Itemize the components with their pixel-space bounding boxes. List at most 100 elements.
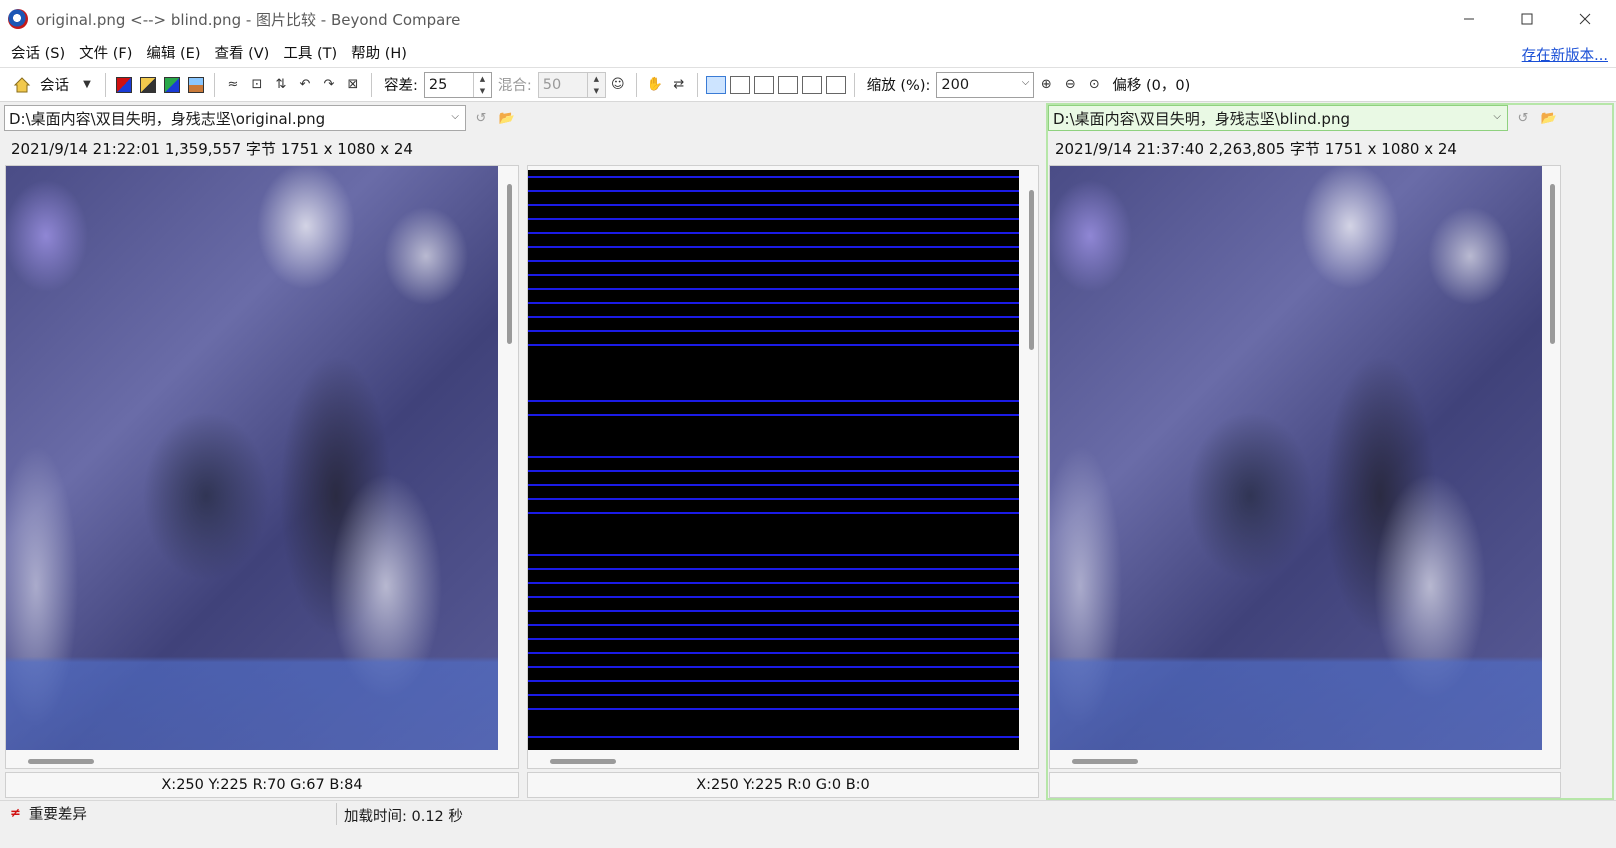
not-equal-icon: ≠ (10, 806, 21, 821)
swap-icon[interactable]: ⇄ (669, 75, 689, 95)
zoom-combo[interactable]: 200 ⌵ (936, 71, 1035, 98)
left-image (6, 166, 498, 750)
offset-label: 偏移 (0，0) (1112, 78, 1191, 94)
crop-icon[interactable]: ⊠ (343, 75, 363, 95)
rotate-right-icon[interactable]: ↷ (319, 75, 339, 95)
layout-side-by-side-icon[interactable] (705, 75, 726, 94)
new-version-link[interactable]: 存在新版本... (1522, 44, 1608, 65)
left-path-text[interactable]: D:\桌面内容\双目失明，身残志坚\original.png (9, 108, 325, 129)
folder-open-icon[interactable]: 📂 (496, 107, 518, 129)
horizontal-scrollbar[interactable] (28, 759, 94, 764)
zoom-dropdown-icon[interactable]: ⌵ (1022, 77, 1030, 88)
select-area-icon[interactable]: ⊡ (247, 75, 267, 95)
chevron-down-icon[interactable]: ⌵ (1493, 111, 1501, 122)
right-path-text[interactable]: D:\桌面内容\双目失明，身残志坚\blind.png (1053, 108, 1350, 129)
layout-stacked-icon[interactable] (729, 75, 750, 94)
layout-single-icon[interactable] (777, 75, 798, 94)
toolbar-separator (371, 72, 372, 97)
menu-help[interactable]: 帮助 (H) (344, 42, 414, 63)
zoom-in-icon[interactable]: ⊕ (1036, 75, 1056, 95)
diff-band (528, 356, 1019, 390)
show-all-icon[interactable] (114, 75, 134, 95)
diff-image (528, 170, 1019, 750)
minimize-icon (1464, 18, 1474, 20)
show-same-icon[interactable] (162, 75, 182, 95)
minimize-button[interactable] (1440, 0, 1498, 38)
horizontal-scrollbar[interactable] (550, 759, 616, 764)
right-coords-bar (1049, 772, 1561, 798)
right-path-row: D:\桌面内容\双目失明，身残志坚\blind.png ⌵ ↺ 📂 (1048, 103, 1560, 133)
status-bar: ≠ 重要差异 加载时间: 0.12 秒 (0, 800, 1616, 826)
toolbar-separator (696, 72, 698, 97)
zoom-label: 缩放 (%): (866, 78, 931, 94)
tolerance-stepper[interactable]: 25 ▲ ▼ (423, 71, 492, 98)
right-path-input[interactable]: D:\桌面内容\双目失明，身残志坚\blind.png ⌵ (1048, 105, 1508, 131)
left-coords: X:250 Y:225 R:70 G:67 B:84 (161, 777, 363, 793)
flip-icon[interactable]: ⇅ (271, 75, 291, 95)
menu-view[interactable]: 查看 (V) (208, 42, 277, 63)
right-image-pane[interactable] (1049, 165, 1561, 769)
tolerance-label: 容差: (384, 78, 418, 94)
folder-open-icon[interactable]: 📂 (1538, 107, 1560, 129)
status-separator (336, 803, 337, 825)
menu-bar: 会话 (S) 文件 (F) 编辑 (E) 查看 (V) 工具 (T) 帮助 (H… (0, 38, 1616, 68)
menu-session[interactable]: 会话 (S) (4, 42, 72, 63)
close-button[interactable] (1556, 0, 1614, 38)
maximize-icon (1521, 13, 1533, 25)
toolbar: 会话 ▼ ≈ ⊡ ⇅ ↶ ↷ ⊠ 容差: 25 ▲ ▼ 混合: 50 ▲ ▼ ☺ ✋… (0, 68, 1616, 102)
session-dropdown-icon[interactable]: ▼ (77, 75, 97, 95)
maximize-button[interactable] (1498, 0, 1556, 38)
menu-file[interactable]: 文件 (F) (72, 42, 139, 63)
toolbar-separator (853, 72, 855, 97)
person-icon[interactable]: ☺ (608, 75, 628, 95)
left-path-row: D:\桌面内容\双目失明，身残志坚\original.png ⌵ ↺ 📂 (4, 103, 518, 133)
picture-icon[interactable] (186, 75, 206, 95)
tolerance-arrows-icon[interactable]: ▲ ▼ (472, 72, 491, 97)
menu-edit[interactable]: 编辑 (E) (139, 42, 207, 63)
status-label: 重要差异 (28, 807, 87, 823)
diff-image-pane[interactable] (527, 165, 1039, 769)
center-coords-bar: X:250 Y:225 R:0 G:0 B:0 (527, 772, 1039, 798)
app-logo-icon (8, 9, 28, 29)
diff-band (528, 524, 1019, 554)
left-coords-bar: X:250 Y:225 R:70 G:67 B:84 (5, 772, 519, 798)
zoom-value[interactable]: 200 (941, 77, 969, 93)
layout-two-col-icon[interactable] (801, 75, 822, 94)
zoom-fit-icon[interactable]: ⊙ (1084, 75, 1104, 95)
horizontal-scrollbar[interactable] (1072, 759, 1138, 764)
chevron-down-icon[interactable]: ⌵ (451, 111, 459, 122)
close-icon (1579, 13, 1591, 25)
blend-value: 50 (542, 76, 562, 93)
hand-icon[interactable]: ✋ (645, 75, 665, 95)
home-icon[interactable] (12, 75, 32, 95)
diff-band (528, 710, 1019, 732)
diff-band (528, 424, 1019, 448)
toolbar-separator (105, 72, 106, 97)
menu-tools[interactable]: 工具 (T) (276, 42, 344, 63)
toolbar-separator (635, 72, 637, 97)
history-icon[interactable]: ↺ (1512, 107, 1534, 129)
layout-two-row-icon[interactable] (825, 75, 846, 94)
blend-stepper: 50 ▲ ▼ (537, 71, 606, 98)
load-time: 加载时间: 0.12 秒 (344, 809, 463, 825)
session-button[interactable]: 会话 (40, 74, 69, 95)
rotate-left-icon[interactable]: ↶ (295, 75, 315, 95)
center-coords: X:250 Y:225 R:0 G:0 B:0 (696, 777, 870, 793)
title-bar: original.png <--> blind.png - 图片比较 - Bey… (0, 0, 1616, 38)
vertical-scrollbar[interactable] (507, 184, 512, 344)
approx-icon[interactable]: ≈ (223, 75, 243, 95)
right-image (1050, 166, 1542, 750)
history-icon[interactable]: ↺ (470, 107, 492, 129)
show-diffs-icon[interactable] (138, 75, 158, 95)
blend-arrows-icon: ▲ ▼ (586, 72, 605, 97)
tolerance-value[interactable]: 25 (429, 77, 447, 93)
left-path-input[interactable]: D:\桌面内容\双目失明，身残志坚\original.png ⌵ (4, 105, 466, 131)
layout-grid-icon[interactable] (753, 75, 774, 94)
window-title: original.png <--> blind.png - 图片比较 - Bey… (36, 10, 461, 29)
vertical-scrollbar[interactable] (1029, 190, 1034, 350)
zoom-out-icon[interactable]: ⊖ (1060, 75, 1080, 95)
vertical-scrollbar[interactable] (1550, 184, 1555, 344)
right-file-info: 2021/9/14 21:37:40 2,263,805 字节 1751 x 1… (1055, 140, 1457, 158)
blend-label: 混合: (497, 78, 532, 94)
left-image-pane[interactable] (5, 165, 519, 769)
